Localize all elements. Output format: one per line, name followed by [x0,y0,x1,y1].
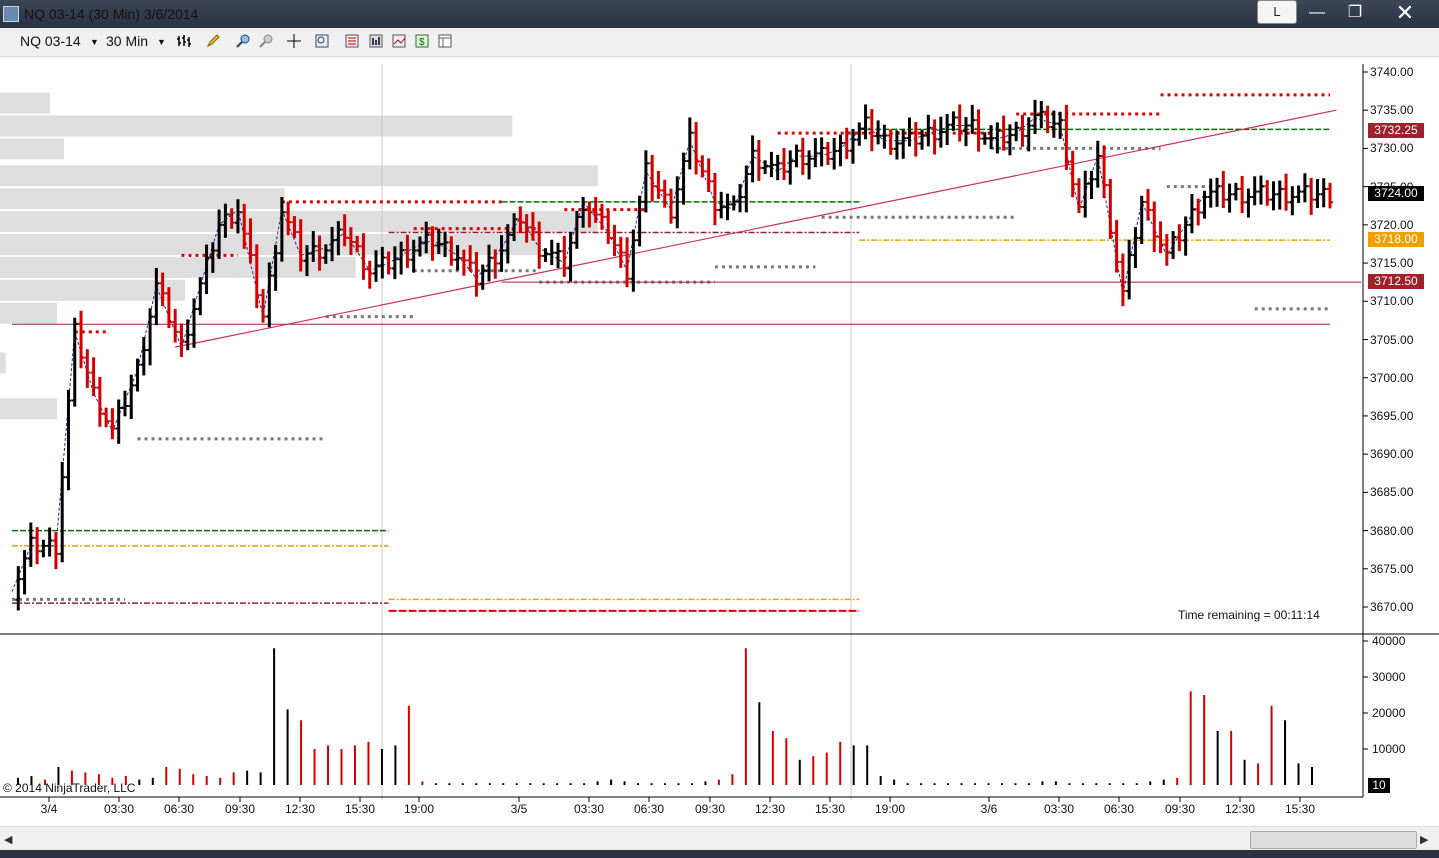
volume-profile-bar [0,138,65,160]
indicators-icon[interactable] [392,34,406,48]
x-tick-label: 15:30 [814,802,846,816]
y-tick-label: 3695.00 [1370,408,1414,423]
x-tick-label: 03:30 [1043,802,1075,816]
price-tag: 3712.50 [1368,274,1424,290]
scroll-right-icon[interactable]: ▶ [1420,833,1428,846]
y-tick-label: 3705.00 [1370,332,1414,347]
pencil-icon[interactable] [206,34,220,48]
interval-selector[interactable]: 30 Min [106,33,148,49]
chart-canvas[interactable] [0,57,1439,803]
price-tag: 3732.25 [1368,123,1424,139]
volume-profile-bar [0,188,285,210]
x-tick-label: 12:30 [284,802,316,816]
time-remaining-label: Time remaining = 00:11:14 [1178,608,1320,622]
x-tick-label: 06:30 [1103,802,1135,816]
window-title: NQ 03-14 (30 Min) 3/6/2014 [24,6,199,22]
y-tick-label: 3710.00 [1370,294,1414,309]
volume-profile-bar [0,115,513,137]
y-tick-label: 3675.00 [1370,561,1414,576]
scroll-thumb[interactable] [1250,831,1417,849]
volume-profile-bar [0,302,57,324]
x-tick-label: 19:00 [874,802,906,816]
volume-y-tick-label: 20000 [1372,706,1406,720]
y-tick-label: 3700.00 [1370,370,1414,385]
minimize-icon[interactable]: — [1298,1,1336,25]
taskbar [0,850,1439,858]
x-tick-label: 12:30 [754,802,786,816]
link-button[interactable]: L [1257,0,1297,24]
instrument-selector[interactable]: NQ 03-14 [20,33,81,49]
y-tick-label: 3680.00 [1370,523,1414,538]
zoom-out-icon[interactable] [259,34,273,48]
volume-profile-bar [0,352,6,374]
templates-icon[interactable] [438,34,452,48]
volume-current-tag: 10 [1368,778,1390,793]
volume-profile-bar [0,233,541,255]
y-tick-label: 3730.00 [1370,141,1414,156]
y-tick-label: 3715.00 [1370,256,1414,271]
horizontal-scrollbar[interactable]: ◀ ▶ [0,826,1439,851]
volume-profile-bar [0,92,50,114]
x-tick-label: 06:30 [633,802,665,816]
window-title-bar: NQ 03-14 (30 Min) 3/6/2014 L — ❐ ✕ [0,0,1439,28]
y-tick-label: 3690.00 [1370,447,1414,462]
y-tick-label: 3720.00 [1370,217,1414,232]
y-tick-label: 3685.00 [1370,485,1414,500]
x-tick-label: 03:30 [573,802,605,816]
magnify-icon[interactable] [315,34,329,48]
x-tick-label: 3/5 [510,802,528,816]
chevron-down-icon[interactable]: ▼ [90,37,99,47]
x-tick-label: 15:30 [1284,802,1316,816]
app-icon [3,6,19,22]
bar-style-icon[interactable] [177,34,191,48]
svg-text:$: $ [419,37,425,48]
x-tick-label: 06:30 [163,802,195,816]
crosshair-icon[interactable] [287,34,301,48]
y-tick-label: 3735.00 [1370,103,1414,118]
chevron-down-icon[interactable]: ▼ [157,37,166,47]
volume-profile-bar [0,398,57,420]
x-tick-label: 09:30 [224,802,256,816]
x-tick-label: 09:30 [1164,802,1196,816]
price-tag: 3724.00 [1368,186,1424,202]
close-icon[interactable]: ✕ [1386,1,1424,25]
chart-toolbar: NQ 03-14 ▼ 30 Min ▼ $ [0,28,1439,57]
scroll-left-icon[interactable]: ◀ [4,833,12,846]
zoom-in-icon[interactable] [236,34,250,48]
x-tick-label: 09:30 [694,802,726,816]
copyright-label: © 2014 NinjaTrader, LLC [3,781,136,795]
chart-properties-icon[interactable] [369,34,383,48]
y-tick-label: 3740.00 [1370,65,1414,79]
y-tick-label: 3670.00 [1370,600,1414,614]
strategies-icon[interactable]: $ [415,34,429,48]
x-tick-label: 03:30 [103,802,135,816]
volume-y-tick-label: 10000 [1372,742,1406,756]
x-tick-label: 19:00 [403,802,435,816]
volume-profile-bar [0,165,598,187]
restore-icon[interactable]: ❐ [1336,1,1374,25]
data-box-icon[interactable] [345,34,359,48]
price-tag: 3718.00 [1368,232,1424,248]
x-tick-label: 3/6 [980,802,998,816]
x-tick-label: 12:30 [1224,802,1256,816]
volume-y-tick-label: 40000 [1372,634,1406,648]
volume-y-tick-label: 30000 [1372,670,1406,684]
x-tick-label: 15:30 [344,802,376,816]
x-tick-label: 3/4 [40,802,58,816]
